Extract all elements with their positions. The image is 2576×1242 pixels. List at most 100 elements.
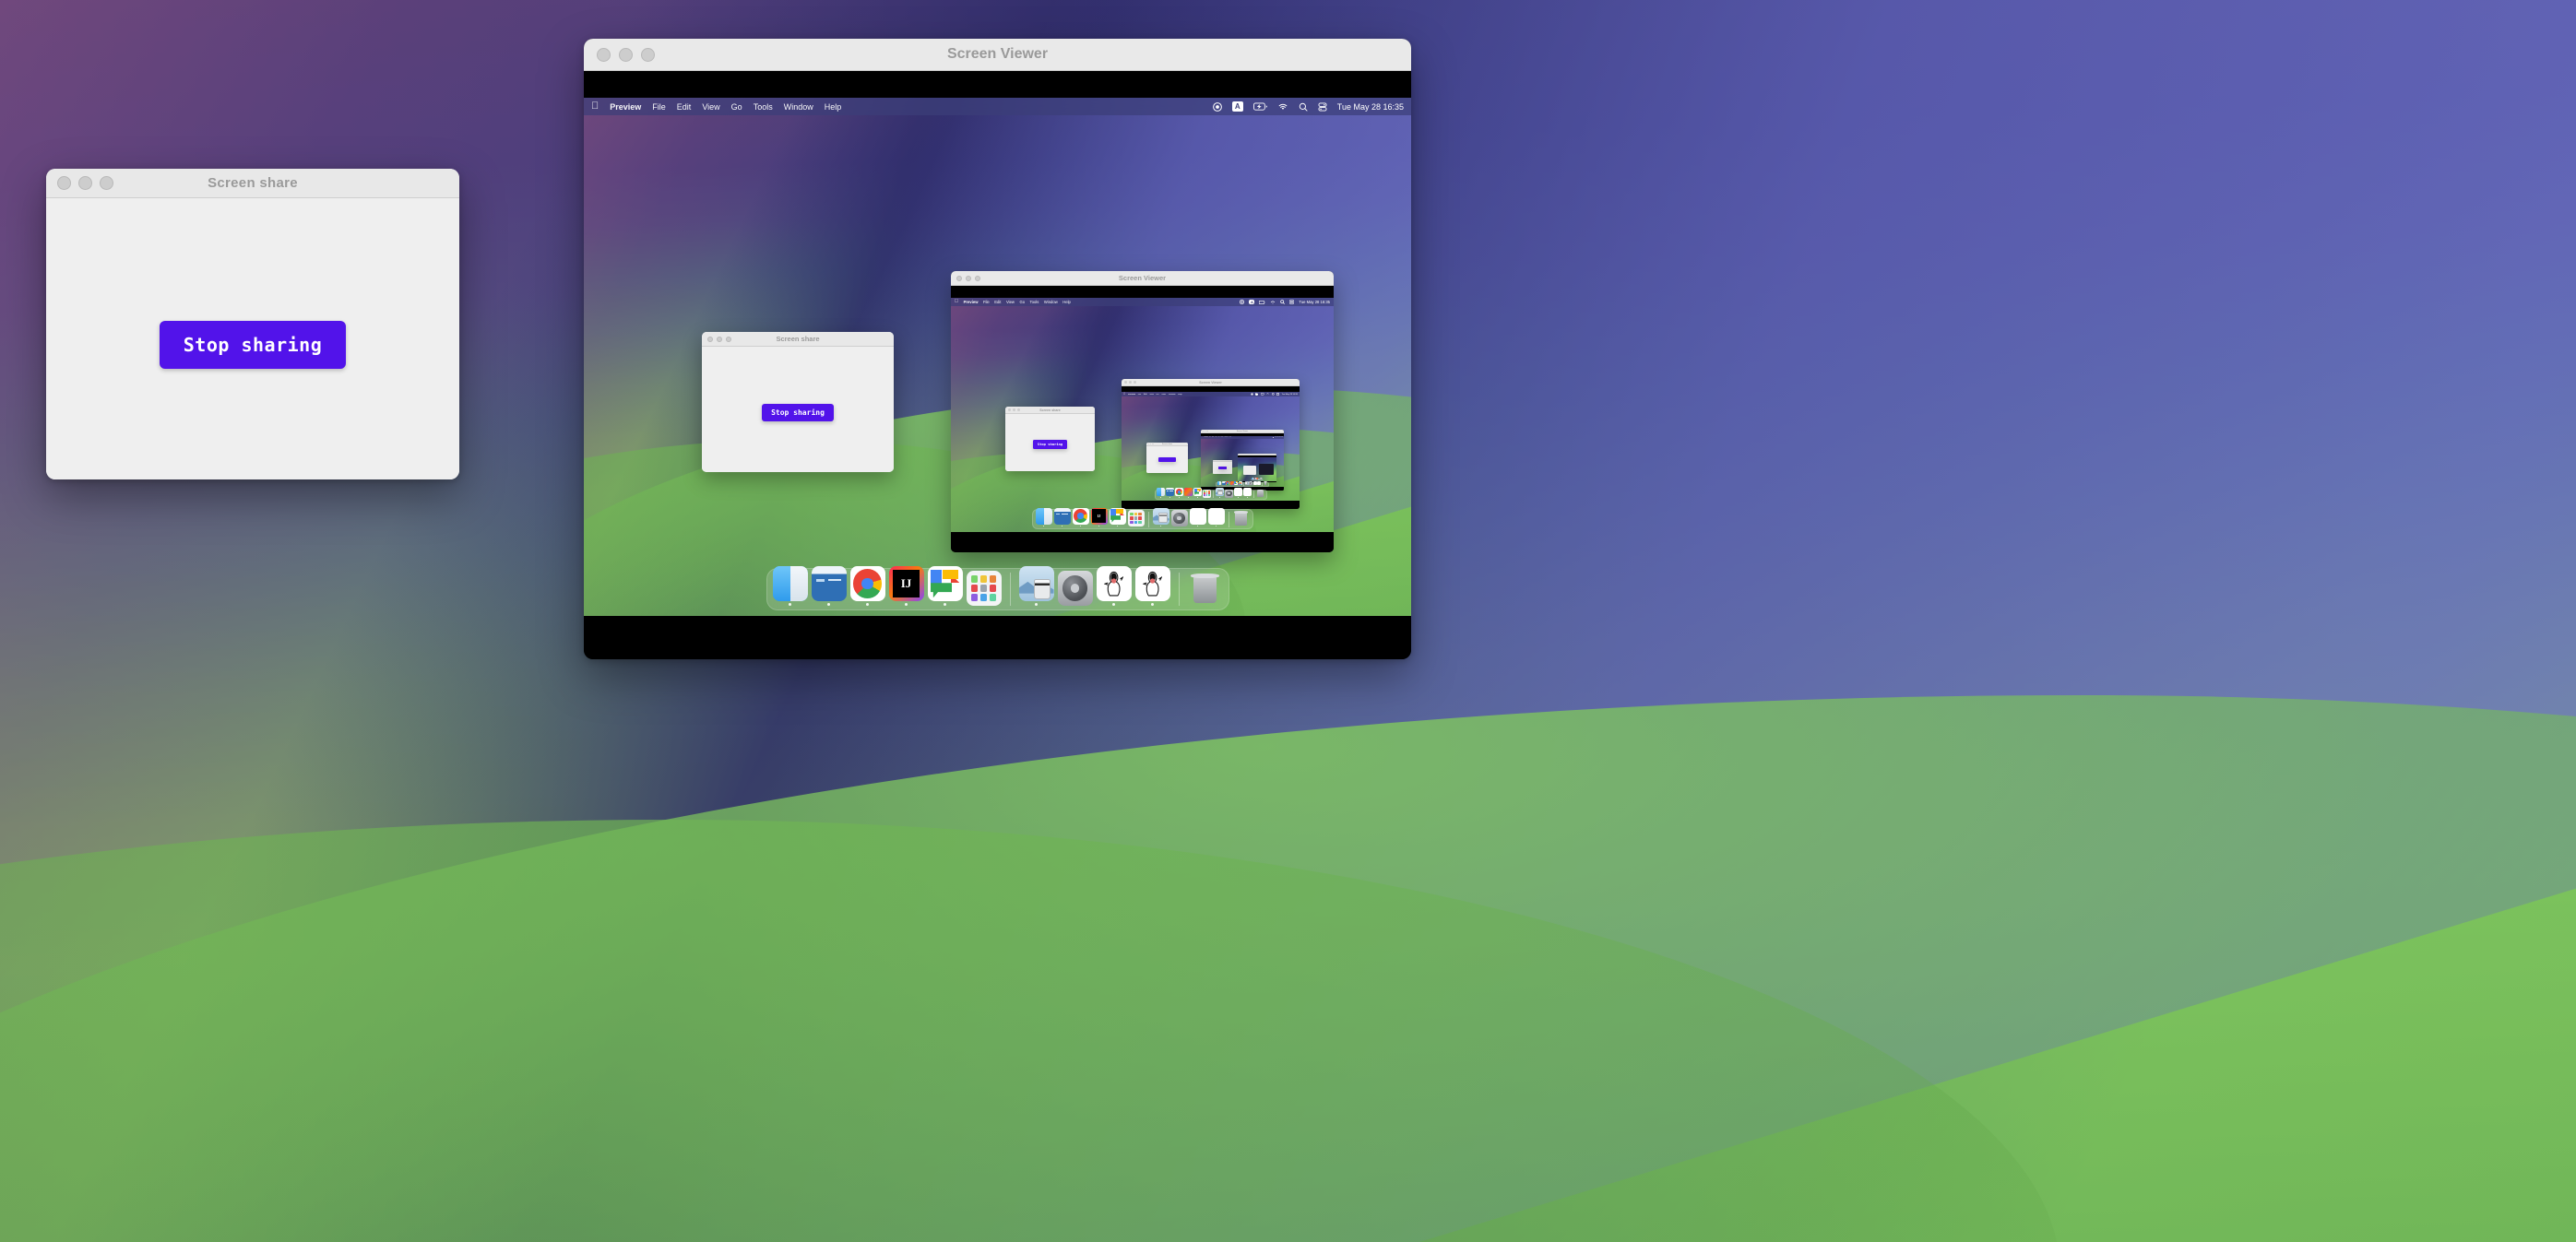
google-chat-icon[interactable]	[1109, 507, 1126, 525]
minimize-button-icon[interactable]	[78, 176, 92, 190]
menu-item-edit[interactable]: Edit	[1144, 394, 1147, 396]
screen-share-window-nested-2[interactable]: Screen share Stop sharing	[1005, 407, 1095, 471]
screen-viewer-window-nested-4[interactable]: Screen Viewer	[1238, 454, 1276, 482]
apple-menu-icon[interactable]: 	[1123, 393, 1125, 396]
dock-item-java-2[interactable]	[1243, 488, 1252, 498]
input-source-icon[interactable]: A	[1231, 101, 1243, 112]
screen-share-titlebar[interactable]: Screen share	[702, 332, 894, 347]
dock-item-launchpad[interactable]	[1127, 510, 1145, 526]
menu-item-help[interactable]: Help	[825, 102, 842, 112]
screen-share-titlebar[interactable]: Screen share	[46, 169, 459, 198]
screen-viewer-titlebar[interactable]: Screen Viewer	[584, 39, 1411, 71]
screen-viewer-window-nested-2[interactable]: Screen Viewer Preview File Edit View Go …	[1122, 379, 1300, 509]
stop-sharing-button[interactable]: Stop sharing	[1218, 467, 1227, 469]
menu-item-file[interactable]: File	[652, 102, 666, 112]
dock-item-chat[interactable]	[1234, 481, 1238, 485]
menu-item-view[interactable]: View	[1006, 300, 1015, 304]
finder-icon[interactable]	[1217, 481, 1221, 485]
java-icon[interactable]	[1189, 507, 1206, 525]
zoom-button-icon[interactable]	[100, 176, 113, 190]
screen-share-window-nested-1[interactable]: Screen share Stop sharing	[702, 332, 894, 472]
menu-bar[interactable]:  Preview File Edit View Go Tools Window…	[951, 298, 1334, 306]
dock[interactable]: IJ	[766, 566, 1229, 610]
stop-sharing-button[interactable]: Stop sharing	[762, 403, 834, 421]
dock-item-system-settings[interactable]	[1225, 489, 1233, 498]
google-chat-icon[interactable]	[1234, 481, 1238, 485]
dock-item-system-settings[interactable]	[1057, 571, 1093, 606]
dock-item-finder[interactable]	[1157, 488, 1165, 498]
dock-item-idea[interactable]: IJ	[888, 566, 924, 606]
dock-item-notes[interactable]	[1166, 488, 1174, 498]
close-button-icon[interactable]	[597, 47, 611, 62]
trash-icon[interactable]	[1233, 510, 1250, 526]
dock[interactable]	[1216, 481, 1269, 487]
dock-item-idea[interactable]	[1184, 488, 1193, 498]
screen-share-window[interactable]: Screen share Stop sharing	[46, 169, 459, 479]
screen-record-icon[interactable]	[1212, 101, 1222, 112]
finder-icon[interactable]	[1035, 507, 1052, 525]
menu-item-edit[interactable]: Edit	[994, 300, 1001, 304]
zoom-button-icon[interactable]	[1017, 408, 1020, 411]
menu-item-go[interactable]: Go	[1157, 394, 1159, 396]
dock-item-preview[interactable]	[1244, 481, 1249, 485]
preview-icon[interactable]	[1216, 488, 1224, 496]
dock-item-preview[interactable]	[1018, 566, 1054, 606]
java-icon[interactable]	[1257, 481, 1261, 485]
menu-bar[interactable]	[1238, 456, 1276, 458]
intellij-idea-icon[interactable]	[1256, 477, 1259, 479]
system-settings-icon[interactable]	[1170, 510, 1188, 526]
stop-sharing-button[interactable]: Stop sharing	[1158, 457, 1176, 462]
java-icon[interactable]	[1243, 488, 1252, 496]
screen-viewer-window-nested-1[interactable]: Screen Viewer Preview File Edit View Go …	[951, 271, 1334, 552]
stop-sharing-button[interactable]: Stop sharing	[1032, 439, 1068, 449]
dock-item-trash[interactable]	[1188, 571, 1223, 606]
dock-item-launchpad[interactable]	[1238, 481, 1242, 485]
close-button-icon[interactable]	[956, 275, 962, 281]
dock-item-chat[interactable]	[1109, 507, 1126, 526]
menu-item-go[interactable]: Go	[1218, 437, 1219, 438]
menu-bar[interactable]:  Preview File Edit View Go Tools Window	[1122, 392, 1300, 396]
dock-item-preview[interactable]	[1216, 488, 1224, 498]
menu-item-go[interactable]: Go	[731, 102, 742, 112]
zoom-button-icon[interactable]	[975, 275, 980, 281]
java-icon[interactable]	[1207, 507, 1225, 525]
dock-item-java-1[interactable]	[1096, 566, 1132, 606]
dock-item-chrome[interactable]	[1226, 481, 1229, 485]
dock-item-trash[interactable]	[1256, 490, 1264, 498]
menu-item-window[interactable]: Window	[784, 102, 813, 112]
dock-item-chrome[interactable]	[849, 566, 885, 606]
dock-item-launchpad[interactable]	[1203, 489, 1211, 498]
spotlight-search-icon[interactable]	[1299, 102, 1308, 112]
menu-item-file[interactable]: File	[1138, 394, 1142, 396]
dock-item-idea[interactable]	[1229, 481, 1234, 485]
minimize-button-icon[interactable]	[1013, 408, 1015, 411]
dock-item-finder[interactable]	[1217, 481, 1221, 485]
menu-item-window[interactable]: Window	[1169, 394, 1176, 396]
close-button-icon[interactable]	[707, 336, 713, 342]
dock-item-trash[interactable]	[1233, 510, 1250, 526]
dock[interactable]	[1154, 488, 1267, 500]
menu-item-tools[interactable]: Tools	[754, 102, 773, 112]
menu-bar[interactable]:  Preview File Edit View Go Tools Window…	[584, 98, 1411, 115]
notes-icon[interactable]	[811, 566, 847, 601]
dock-item-notes[interactable]	[1221, 481, 1226, 485]
launchpad-icon[interactable]	[966, 571, 1002, 606]
finder-icon[interactable]	[1157, 488, 1165, 496]
wifi-icon[interactable]	[1266, 393, 1269, 396]
dock-item-notes[interactable]	[811, 566, 847, 606]
menu-item-preview[interactable]: Preview	[610, 102, 641, 112]
dock-item-chat[interactable]	[927, 566, 963, 606]
screen-share-window-nested-4[interactable]: Screen share Stop sharing	[1213, 460, 1232, 474]
trash-icon[interactable]	[1256, 490, 1264, 498]
screen-viewer-titlebar[interactable]: Screen Viewer	[951, 271, 1334, 286]
control-center-icon[interactable]	[1276, 393, 1280, 396]
chrome-icon[interactable]	[1175, 488, 1183, 496]
menu-item-tools[interactable]: Tools	[1221, 437, 1224, 438]
preview-icon[interactable]	[1018, 566, 1054, 601]
menu-bar-clock[interactable]: Tue May 28 16:35	[1275, 437, 1283, 438]
minimize-button-icon[interactable]	[966, 275, 971, 281]
menu-item-window[interactable]: Window	[1224, 437, 1228, 438]
minimize-button-icon[interactable]	[619, 47, 633, 62]
dock-item-idea[interactable]: IJ	[1090, 507, 1108, 526]
dock-item-chrome[interactable]	[1072, 507, 1089, 526]
